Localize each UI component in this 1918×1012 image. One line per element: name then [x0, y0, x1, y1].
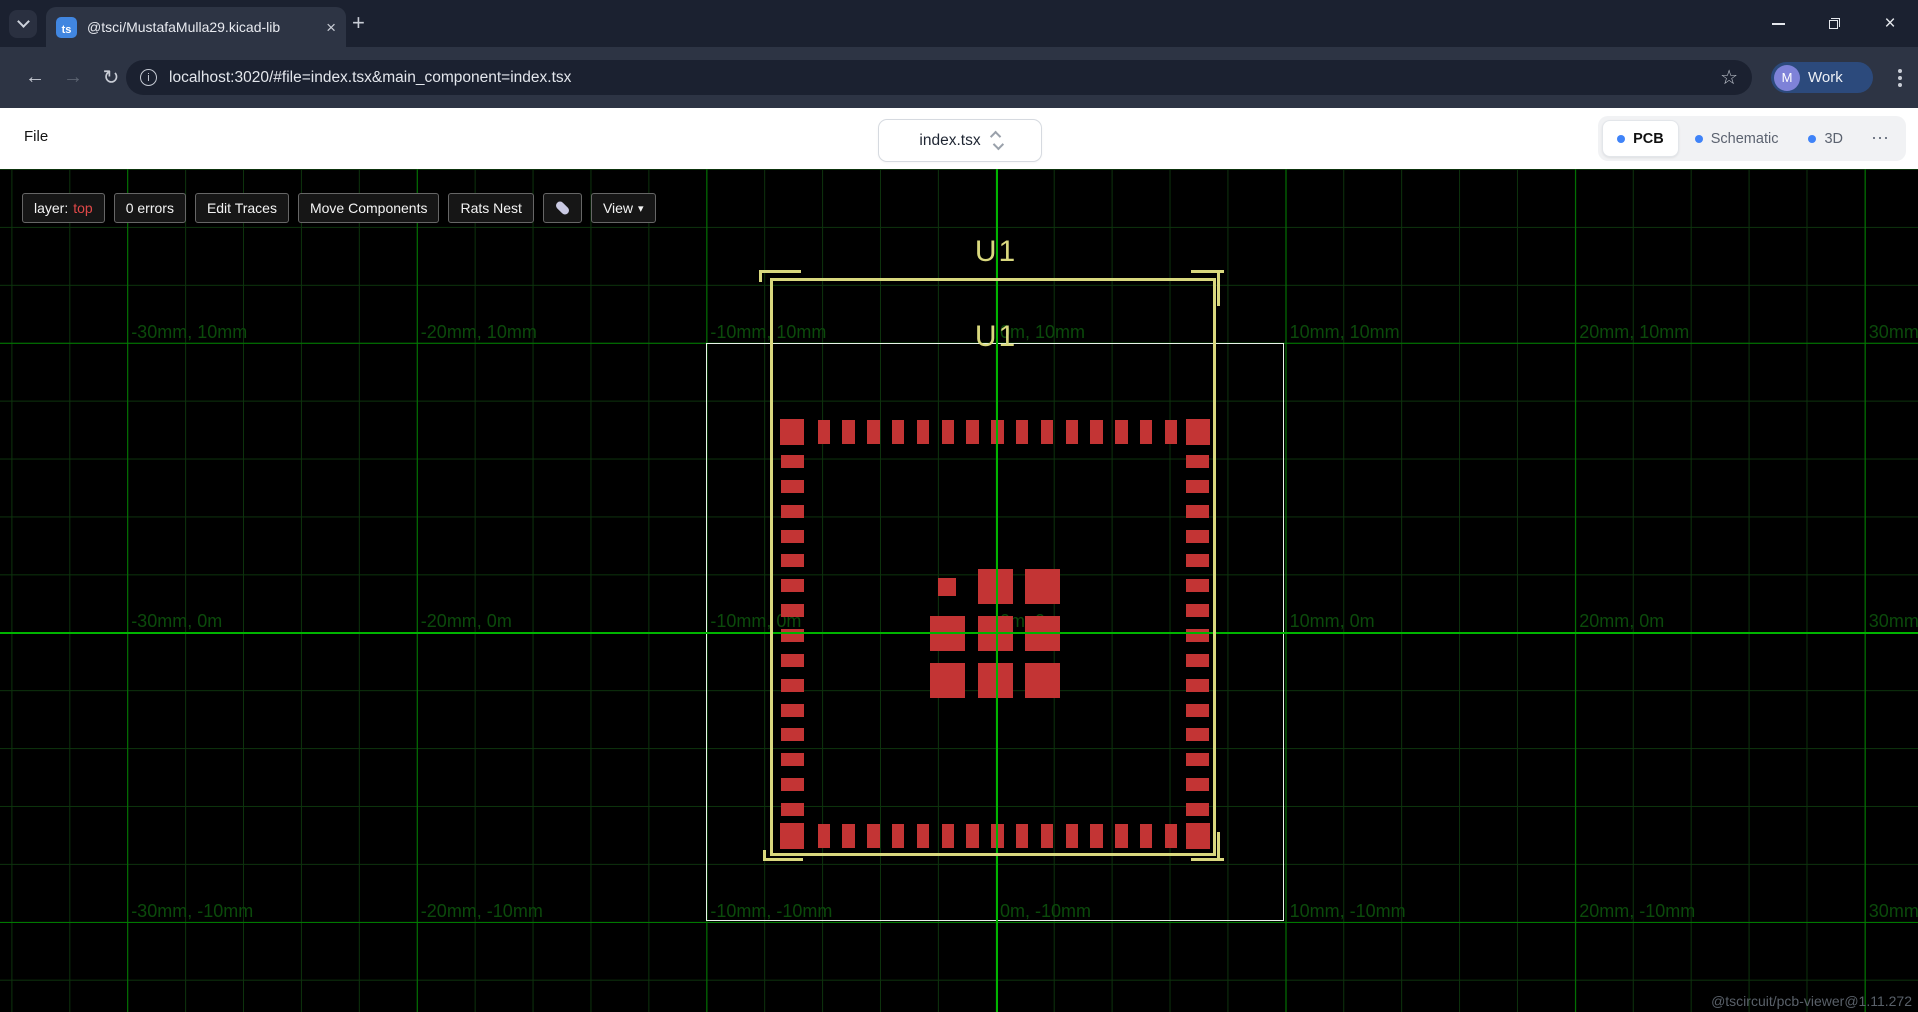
- minimize-button[interactable]: [1750, 0, 1806, 47]
- browser-menu-button[interactable]: [1898, 69, 1902, 87]
- 3d-dot-icon: [1808, 135, 1816, 143]
- pencil-icon: [554, 200, 570, 216]
- grid-label: -20mm, 0m: [421, 611, 512, 632]
- silkscreen-corner-mark: [759, 270, 762, 282]
- tab-schematic[interactable]: Schematic: [1681, 120, 1793, 157]
- more-views-button[interactable]: ⋯: [1859, 120, 1902, 157]
- url-text[interactable]: localhost:3020/#file=index.tsx&main_comp…: [169, 69, 1710, 87]
- minimize-icon: [1772, 23, 1785, 25]
- tab-3d-label: 3D: [1824, 131, 1843, 147]
- edit-traces-button[interactable]: Edit Traces: [195, 193, 289, 223]
- new-tab-button[interactable]: +: [352, 12, 365, 34]
- profile-chip[interactable]: M Work: [1771, 62, 1873, 93]
- address-bar[interactable]: i localhost:3020/#file=index.tsx&main_co…: [126, 60, 1752, 95]
- errors-button[interactable]: 0 errors: [114, 193, 186, 223]
- silkscreen-corner-mark: [763, 850, 766, 861]
- back-button[interactable]: ←: [20, 62, 50, 92]
- grid-label: 20mm, -10mm: [1579, 901, 1695, 922]
- silkscreen-corner-mark: [1217, 270, 1220, 306]
- chevron-up-down-icon: [993, 131, 1001, 150]
- edit-pencil-button[interactable]: [543, 193, 582, 223]
- tab-strip: ts @tsci/MustafaMulla29.kicad-lib × + ×: [0, 0, 1918, 47]
- file-menu[interactable]: File: [24, 128, 48, 145]
- window-controls: ×: [1750, 0, 1918, 47]
- silkscreen-corner-mark: [1217, 832, 1220, 861]
- pcb-dot-icon: [1617, 135, 1625, 143]
- silkscreen-outline: [770, 278, 1216, 856]
- avatar: M: [1774, 65, 1800, 91]
- layer-value: top: [73, 200, 92, 216]
- grid-label: 30mm, 0m: [1869, 611, 1918, 632]
- grid-label: -30mm, -10mm: [131, 901, 253, 922]
- tab-pcb[interactable]: PCB: [1602, 120, 1679, 157]
- grid-label: 20mm, 10mm: [1579, 322, 1689, 343]
- view-menu-button[interactable]: View ▾: [591, 193, 656, 223]
- tab-close-icon[interactable]: ×: [326, 19, 336, 36]
- layer-label: layer:: [34, 200, 68, 216]
- grid-label: -30mm, 0m: [131, 611, 222, 632]
- forward-button[interactable]: →: [58, 62, 88, 92]
- caret-down-icon: ▾: [638, 202, 644, 215]
- file-selector-value: index.tsx: [919, 132, 980, 150]
- grid-label: -30mm, 10mm: [131, 322, 247, 343]
- grid-label: 10mm, -10mm: [1290, 901, 1406, 922]
- grid-label: -20mm, 10mm: [421, 322, 537, 343]
- view-label: View: [603, 200, 633, 216]
- refdes-label-top: U1: [975, 235, 1017, 269]
- tab-schematic-label: Schematic: [1711, 131, 1779, 147]
- grid-label: 20mm, 0m: [1579, 611, 1664, 632]
- rats-nest-button[interactable]: Rats Nest: [448, 193, 533, 223]
- restore-icon: [1829, 18, 1840, 29]
- grid-label: 30mm, 10mm: [1869, 322, 1918, 343]
- browser-tab[interactable]: ts @tsci/MustafaMulla29.kicad-lib ×: [46, 7, 346, 47]
- chevron-down-icon: [17, 15, 30, 28]
- close-button[interactable]: ×: [1862, 0, 1918, 47]
- grid-label: -20mm, -10mm: [421, 901, 543, 922]
- tab-search-button[interactable]: [9, 10, 37, 38]
- view-toggle-group: PCB Schematic 3D ⋯: [1598, 116, 1906, 161]
- tab-3d[interactable]: 3D: [1794, 120, 1857, 157]
- grid-label: 30mm, -10mm: [1869, 901, 1918, 922]
- move-components-button[interactable]: Move Components: [298, 193, 440, 223]
- pcb-canvas[interactable]: -30mm, 10mm-20mm, 10mm-10mm, 10mm0m, 10m…: [0, 169, 1918, 1012]
- pcb-toolbar: layer: top 0 errors Edit Traces Move Com…: [22, 193, 656, 223]
- file-selector[interactable]: index.tsx: [878, 119, 1042, 162]
- viewer-version: @tscircuit/pcb-viewer@1.11.272: [1711, 993, 1912, 1009]
- browser-toolbar: ← → ↻ i localhost:3020/#file=index.tsx&m…: [0, 47, 1918, 108]
- typescript-favicon: ts: [56, 17, 77, 38]
- bookmark-star-icon[interactable]: ☆: [1720, 65, 1738, 90]
- browser-window: ts @tsci/MustafaMulla29.kicad-lib × + × …: [0, 0, 1918, 1012]
- silkscreen-corner-mark: [759, 270, 801, 273]
- grid-label: 10mm, 10mm: [1290, 322, 1400, 343]
- profile-name: Work: [1808, 69, 1843, 86]
- site-info-icon[interactable]: i: [140, 69, 157, 86]
- grid-label: 10mm, 0m: [1290, 611, 1375, 632]
- app-header: File index.tsx PCB Schematic 3D ⋯: [0, 108, 1918, 169]
- reload-button[interactable]: ↻: [96, 62, 126, 92]
- silkscreen-corner-mark: [763, 858, 803, 861]
- tab-title: @tsci/MustafaMulla29.kicad-lib: [87, 19, 318, 35]
- tab-pcb-label: PCB: [1633, 131, 1664, 147]
- layer-button[interactable]: layer: top: [22, 193, 105, 223]
- refdes-label-inner: U1: [975, 320, 1017, 354]
- schematic-dot-icon: [1695, 135, 1703, 143]
- maximize-button[interactable]: [1806, 0, 1862, 47]
